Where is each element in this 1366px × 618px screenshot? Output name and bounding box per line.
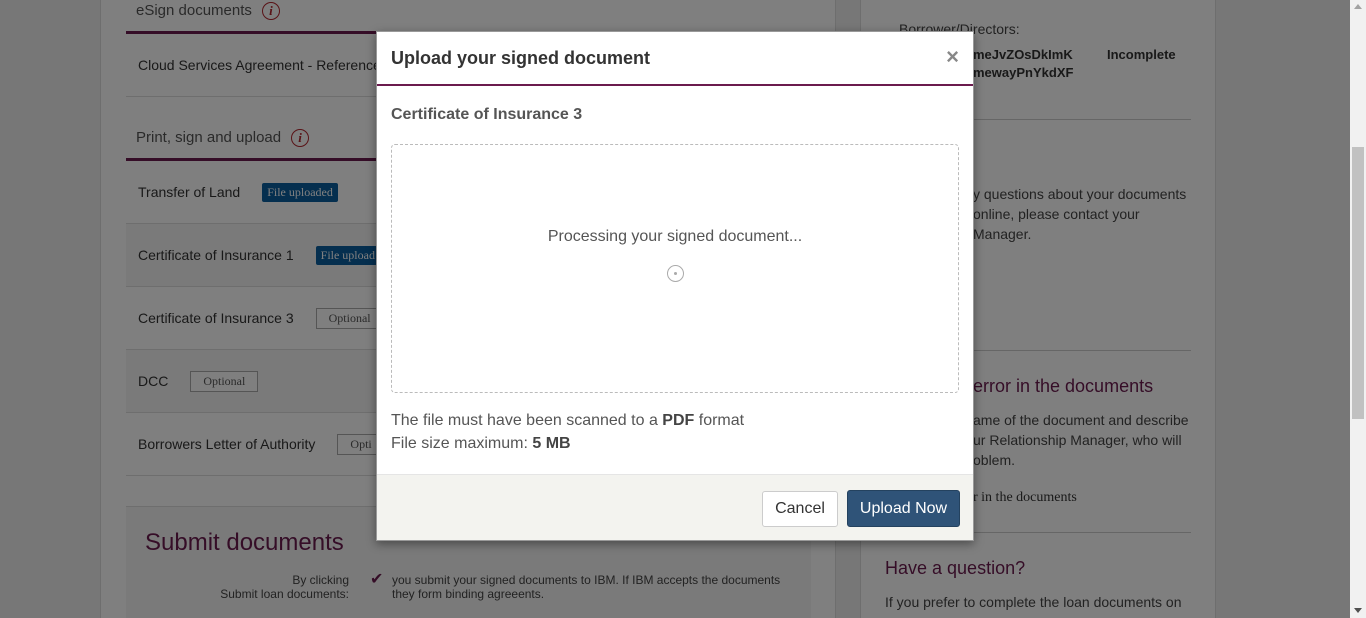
processing-text: Processing your signed document... [547,228,803,245]
cancel-button[interactable]: Cancel [762,491,838,527]
format-requirement: The file must have been scanned to a PDF… [391,412,744,430]
dialog-header: Upload your signed document × [377,32,973,86]
close-icon[interactable]: × [946,46,959,68]
document-name: Certificate of Insurance 3 [391,106,583,123]
format-value: PDF [662,412,695,429]
upload-dialog: Upload your signed document × Certificat… [376,31,974,541]
file-dropzone[interactable]: Processing your signed document... [391,144,959,393]
format-prefix: The file must have been scanned to a [391,412,658,429]
size-requirement: File size maximum: 5 MB [391,435,571,453]
scrollbar-thumb[interactable] [1352,147,1364,419]
format-suffix: format [698,412,745,429]
dialog-title: Upload your signed document [391,48,651,68]
size-label: File size maximum: [391,435,528,452]
size-value: 5 MB [532,435,571,452]
scroll-down-icon[interactable] [1354,608,1362,613]
page-scrollbar[interactable] [1350,0,1366,618]
scroll-up-icon[interactable] [1354,4,1362,9]
loading-spinner-icon [667,265,684,282]
upload-now-button[interactable]: Upload Now [847,490,960,527]
dialog-footer: Cancel Upload Now [377,474,973,540]
